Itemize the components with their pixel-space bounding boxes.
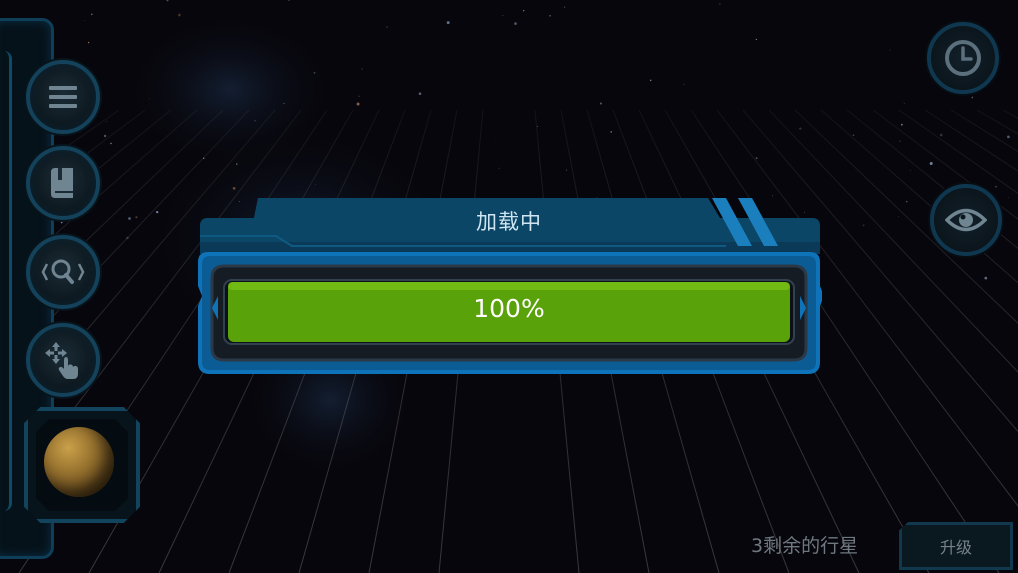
time-button[interactable] bbox=[927, 22, 999, 94]
pan-gesture-icon bbox=[45, 342, 78, 379]
view-button[interactable] bbox=[930, 184, 1002, 256]
progress-label: 100% bbox=[473, 294, 545, 323]
dialog-title: 加载中 bbox=[476, 210, 542, 234]
loading-dialog: 加载中 100% bbox=[196, 196, 822, 378]
zoom-icon bbox=[41, 259, 85, 284]
encyclopedia-button[interactable] bbox=[26, 146, 100, 220]
menu-button[interactable] bbox=[26, 60, 100, 134]
upgrade-button[interactable]: 升级 bbox=[899, 522, 1013, 570]
zoom-button[interactable] bbox=[26, 235, 100, 309]
remaining-planets-text: 3剩余的行星 bbox=[751, 535, 859, 557]
book-icon bbox=[51, 168, 73, 198]
selected-planet[interactable] bbox=[44, 427, 114, 497]
menu-icon bbox=[49, 86, 77, 108]
clock-icon bbox=[945, 40, 981, 76]
pan-button[interactable] bbox=[26, 323, 100, 397]
eye-icon bbox=[945, 208, 987, 232]
